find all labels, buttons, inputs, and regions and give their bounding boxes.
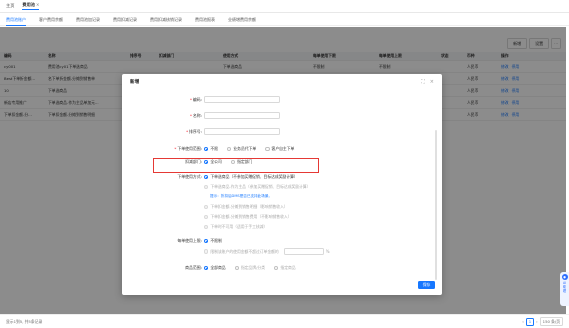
form-row-name: *名称: xyxy=(162,112,280,119)
form-row-usage-5: 下单时不可用（适用于手工核减） xyxy=(204,224,276,230)
sort-input[interactable] xyxy=(204,128,280,135)
record-summary: 显示1到5, 共5条记录 xyxy=(6,318,43,324)
next-page-icon[interactable]: › xyxy=(536,319,538,324)
form-row-upper-limit-2: 限制该账户的使用金额不超过订单金额的 % xyxy=(204,248,330,255)
page-size-select[interactable]: 150 条/页 xyxy=(539,317,563,326)
upper-limit-label: 每单使用上限: xyxy=(177,238,202,243)
scope-brand-radio[interactable]: 指定品牌/分类 xyxy=(234,265,265,271)
form-row-sort: *排序号: xyxy=(162,128,280,135)
form-row-code: *编码: xyxy=(162,96,280,103)
radio-icon xyxy=(204,204,209,210)
scope-all-radio[interactable]: 全部商品 xyxy=(204,265,226,271)
fullscreen-icon[interactable]: ⛶ xyxy=(421,79,425,85)
tab-add-records[interactable]: 费用池加记录 xyxy=(76,14,100,26)
modal-header: 新增 ⛶ × xyxy=(122,74,442,90)
dept-all-radio[interactable]: 全公司 xyxy=(204,159,222,165)
usage-option-4-radio[interactable]: 下单扣金额-分摊到销售费用（不影响销售收入） xyxy=(204,214,292,220)
deduct-dept-label: 扣减部门: xyxy=(185,159,202,164)
form-row-scope: 商品范围: 全部商品 指定品牌/分类 指定商品 xyxy=(156,265,305,271)
code-input[interactable] xyxy=(204,96,280,103)
page-number[interactable]: 1 xyxy=(525,317,535,326)
name-label: *名称: xyxy=(189,112,202,118)
usage-label: 下单使用方式: xyxy=(177,174,202,179)
radio-icon xyxy=(204,224,209,230)
scope-label: 商品范围: xyxy=(185,265,202,270)
form-row-usage: 下单使用方式: 下单选商品（不参加买赠促销、目标达成奖励计算） xyxy=(156,174,307,180)
modal-scrollbar[interactable] xyxy=(435,130,437,280)
close-icon[interactable]: × xyxy=(36,2,39,7)
tab-writeoff-records[interactable]: 费用扣减核销记录 xyxy=(150,14,182,26)
radio-checked-icon xyxy=(204,146,209,152)
modal-body: *编码: *名称: *排序号: *下单使用范围: 不限 业务员代下单 客户自主下… xyxy=(122,90,442,280)
table-footer: 显示1到5, 共5条记录 ‹ 1 › 150 条/页 xyxy=(0,314,569,328)
tab-performance-balance[interactable]: 业绩增费用余额 xyxy=(228,14,256,26)
form-row-usage-2: 下单选商品-作为主品（参加买赠促销、目标达成奖励计算） xyxy=(204,184,319,190)
ai-icon: ● xyxy=(561,274,568,280)
radio-checked-icon xyxy=(204,265,209,271)
usage-option-5-radio[interactable]: 下单时不可用（适用于手工核减） xyxy=(204,224,267,230)
scope-product-radio[interactable]: 指定商品 xyxy=(274,265,296,271)
limit-percent-input[interactable] xyxy=(283,248,324,255)
code-label: *编码: xyxy=(189,96,202,102)
tab-bar: 费用池账户 客户费用余额 费用池加记录 费用扣减记录 费用扣减核销记录 费用池报… xyxy=(0,14,569,26)
order-range-salesman-radio[interactable]: 业务员代下单 xyxy=(226,146,256,152)
radio-icon xyxy=(204,214,209,220)
prev-page-icon[interactable]: ‹ xyxy=(522,319,524,324)
sort-label: *排序号: xyxy=(186,128,202,134)
radio-icon xyxy=(265,146,270,152)
modal-controls: ⛶ × xyxy=(421,79,434,85)
close-icon[interactable]: × xyxy=(430,79,434,85)
form-row-usage-4: 下单扣金额-分摊到销售费用（不影响销售收入） xyxy=(204,214,301,220)
tab-account[interactable]: 费用池账户 xyxy=(6,14,26,26)
current-crumb[interactable]: 费用池× xyxy=(22,2,40,10)
radio-icon xyxy=(234,265,239,271)
order-range-label: *下单使用范围: xyxy=(174,146,202,151)
radio-icon xyxy=(274,265,279,271)
ai-assistant-widget[interactable]: ● AI助理 xyxy=(560,272,569,306)
form-row-upper-limit: 每单使用上限: 不限制 xyxy=(156,238,231,244)
usage-option-3-radio[interactable]: 下单扣金额-分摊到销售明细（影响销售收入） xyxy=(204,204,288,210)
form-row-usage-hint: 提示：折扣后DMS是否已支持此场景。 xyxy=(210,194,272,199)
name-input[interactable] xyxy=(204,112,280,119)
radio-icon xyxy=(204,249,209,254)
order-range-customer-radio[interactable]: 客户自主下单 xyxy=(265,146,294,152)
home-crumb[interactable]: 主页 xyxy=(6,3,14,9)
radio-icon xyxy=(230,159,236,165)
dept-specific-radio[interactable]: 指定部门 xyxy=(230,159,252,165)
usage-option-2-radio[interactable]: 下单选商品-作为主品（参加买赠促销、目标达成奖励计算） xyxy=(204,184,310,190)
tab-report[interactable]: 费用池报表 xyxy=(195,14,215,26)
limit-percent-radio[interactable]: 限制该账户的使用金额不超过订单金额的 xyxy=(204,249,279,255)
usage-hint: 提示：折扣后DMS是否已支持此场景。 xyxy=(210,194,273,198)
percent-sign: % xyxy=(325,249,330,254)
modal-title: 新增 xyxy=(130,80,140,85)
radio-checked-icon xyxy=(204,174,209,180)
radio-icon xyxy=(226,146,232,152)
pagination: ‹ 1 › 150 条/页 xyxy=(522,317,563,326)
form-row-usage-3: 下单扣金额-分摊到销售明细（影响销售收入） xyxy=(204,204,297,210)
tab-customer-balance[interactable]: 客户费用余额 xyxy=(39,14,63,26)
radio-icon xyxy=(204,184,209,190)
limit-none-radio[interactable]: 不限制 xyxy=(204,238,222,244)
save-button[interactable]: 保存 xyxy=(418,281,435,289)
tab-deduct-records[interactable]: 费用扣减记录 xyxy=(113,14,137,26)
top-navbar: 主页 费用池× xyxy=(0,0,569,13)
form-row-deduct-dept: 扣减部门: 全公司 指定部门 xyxy=(156,159,261,165)
ai-label: AI助理 xyxy=(562,281,567,293)
radio-checked-icon xyxy=(204,238,209,244)
usage-option-1-radio[interactable]: 下单选商品（不参加买赠促销、目标达成奖励计算） xyxy=(204,174,298,180)
radio-checked-icon xyxy=(204,159,209,165)
add-modal: 新增 ⛶ × *编码: *名称: *排序号: *下单使用范围: 不限 业务员代下… xyxy=(122,74,442,295)
form-row-order-range: *下单使用范围: 不限 业务员代下单 客户自主下单 xyxy=(156,146,303,152)
order-range-all-radio[interactable]: 不限 xyxy=(204,146,218,152)
